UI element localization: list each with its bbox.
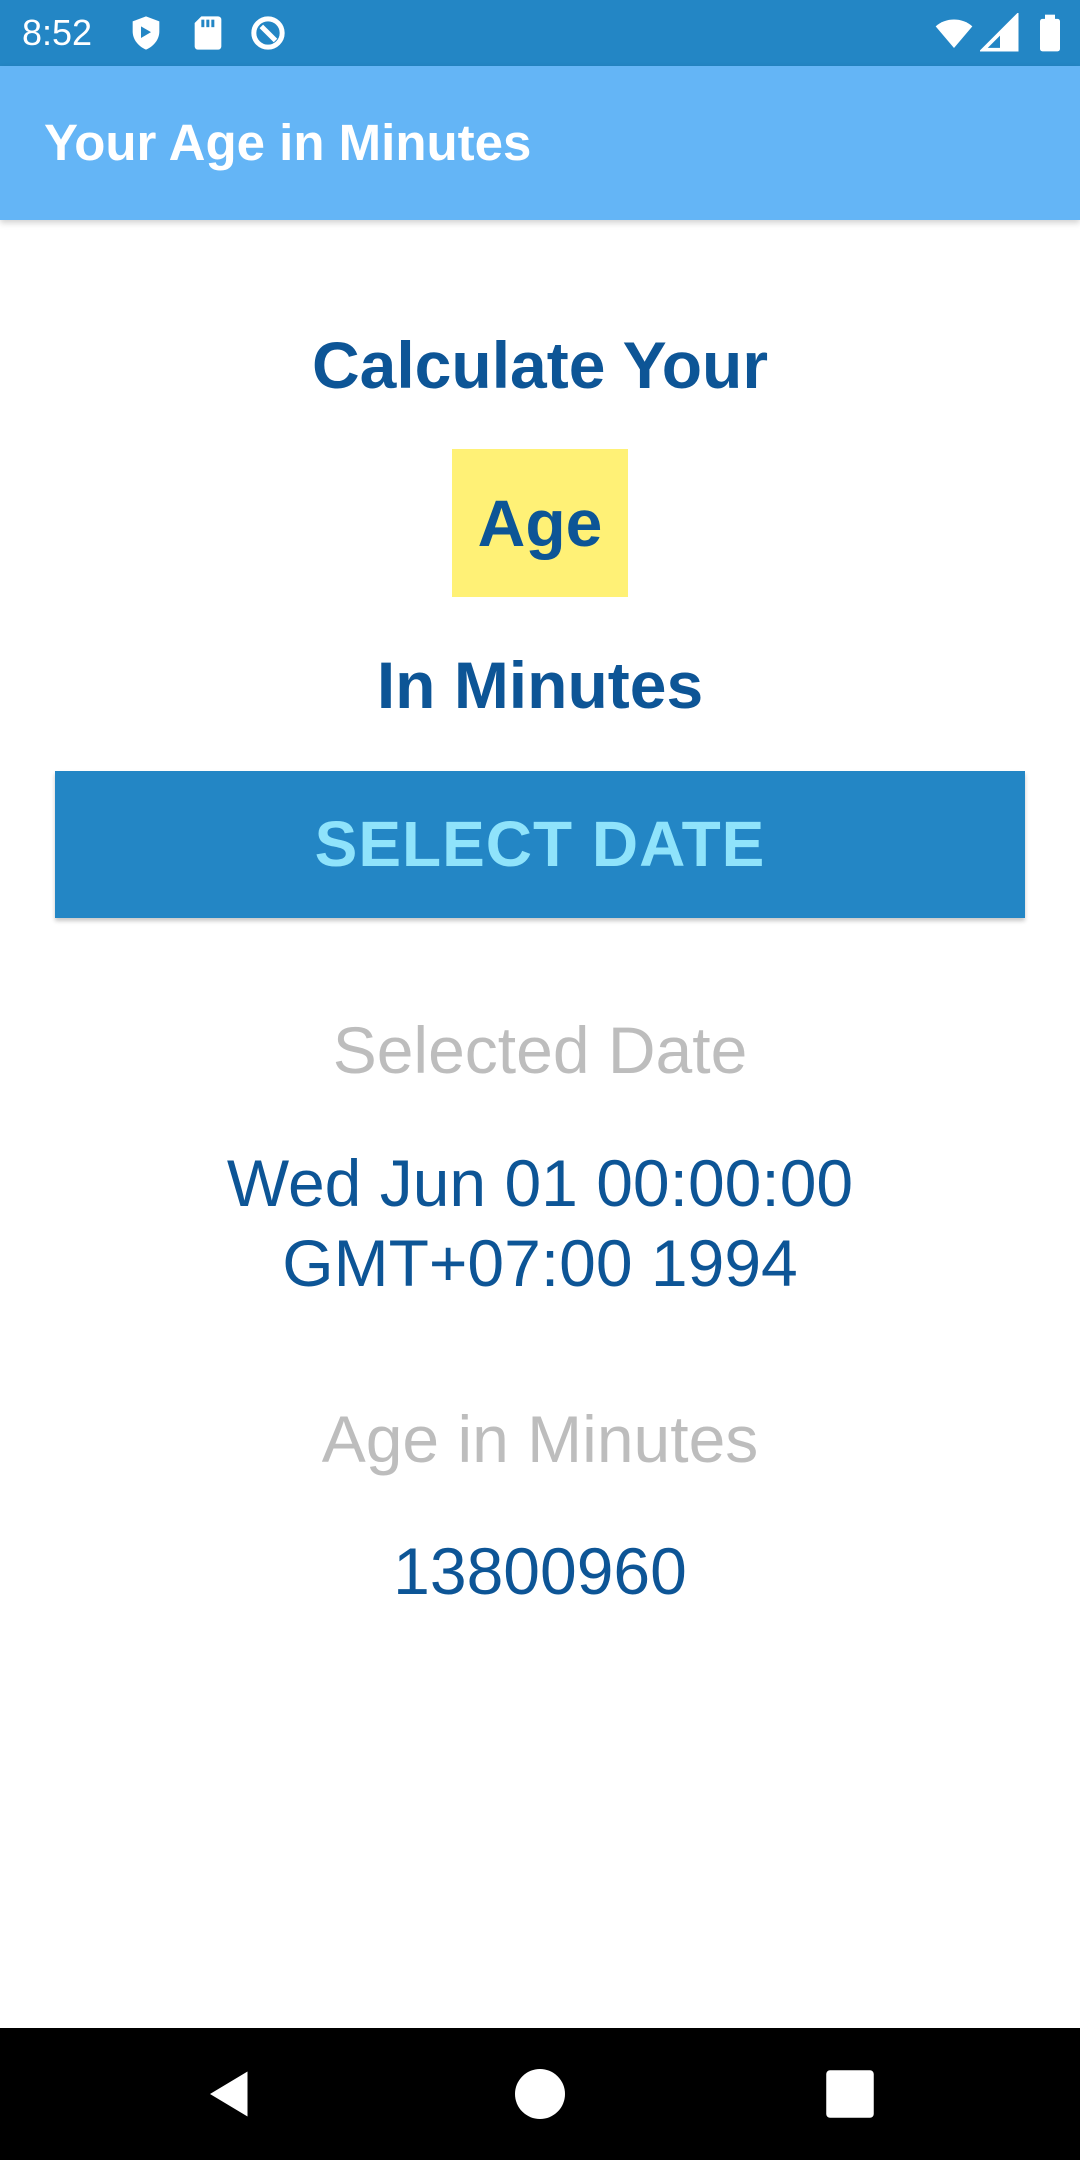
shield-icon [126,13,166,53]
select-date-button[interactable]: SELECT DATE [55,771,1025,918]
battery-icon [1030,13,1070,53]
age-in-minutes-value: 13800960 [393,1534,687,1608]
app-title: Your Age in Minutes [44,114,532,171]
status-time: 8:52 [22,12,93,53]
home-icon[interactable] [510,2064,570,2124]
sync-icon [248,13,288,53]
selected-date-value: Wed Jun 01 00:00:00 GMT+07:00 1994 [226,1146,854,1300]
status-bar: 8:52 [0,0,1080,66]
age-in-minutes-label: Age in Minutes [321,1402,759,1476]
wifi-icon [934,13,974,53]
app-bar: Your Age in Minutes [0,66,1080,220]
app-screen: 8:52 Your Age in Minutes Calculate Your … [0,0,1080,2160]
heading-age: Age [477,486,603,560]
back-icon[interactable] [200,2064,260,2124]
recents-icon[interactable] [820,2064,880,2124]
sd-card-icon [188,13,228,53]
heading-calculate-your: Calculate Your [311,328,769,402]
heading-in-minutes: In Minutes [376,648,704,722]
main-content: Calculate Your Age In Minutes SELECT DAT… [0,220,1080,2028]
selected-date-label: Selected Date [332,1013,748,1087]
system-nav-bar [0,2028,1080,2160]
signal-icon [980,13,1020,53]
